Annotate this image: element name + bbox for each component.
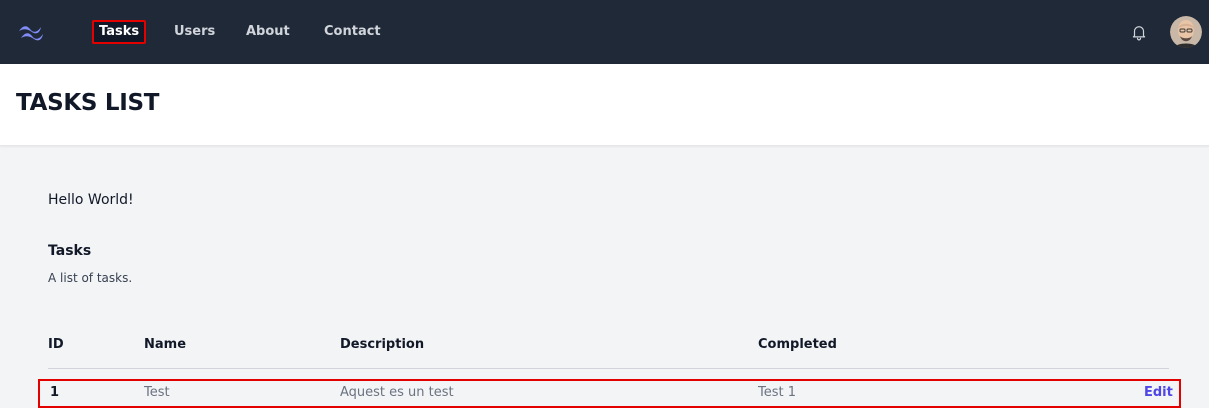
nav-link-about[interactable]: About — [246, 23, 290, 41]
nav-link-contact[interactable]: Contact — [324, 23, 381, 41]
cell-name: Test — [144, 385, 170, 400]
page-header: TASKS LIST — [0, 64, 1209, 146]
cell-description: Aquest es un test — [340, 385, 454, 400]
section-title: Tasks — [48, 243, 92, 259]
navbar: Tasks Users About Contact — [0, 0, 1209, 64]
cell-completed: Test 1 — [758, 385, 797, 400]
section-subtitle: A list of tasks. — [48, 271, 133, 285]
page-title: TASKS LIST — [16, 90, 160, 116]
column-header-id: ID — [48, 337, 64, 352]
greeting-text: Hello World! — [48, 192, 134, 208]
column-header-name: Name — [144, 337, 187, 352]
avatar[interactable] — [1170, 16, 1202, 48]
column-header-completed: Completed — [758, 337, 837, 352]
column-header-description: Description — [340, 337, 425, 352]
bell-icon[interactable] — [1130, 23, 1148, 41]
cell-id: 1 — [50, 385, 60, 400]
nav-link-users[interactable]: Users — [174, 23, 215, 41]
table-header-divider — [48, 368, 1169, 369]
table-row[interactable] — [38, 379, 1181, 408]
edit-link[interactable]: Edit — [1144, 385, 1173, 400]
nav-link-tasks[interactable]: Tasks — [92, 20, 147, 44]
tailwind-logo-icon[interactable] — [16, 22, 46, 42]
